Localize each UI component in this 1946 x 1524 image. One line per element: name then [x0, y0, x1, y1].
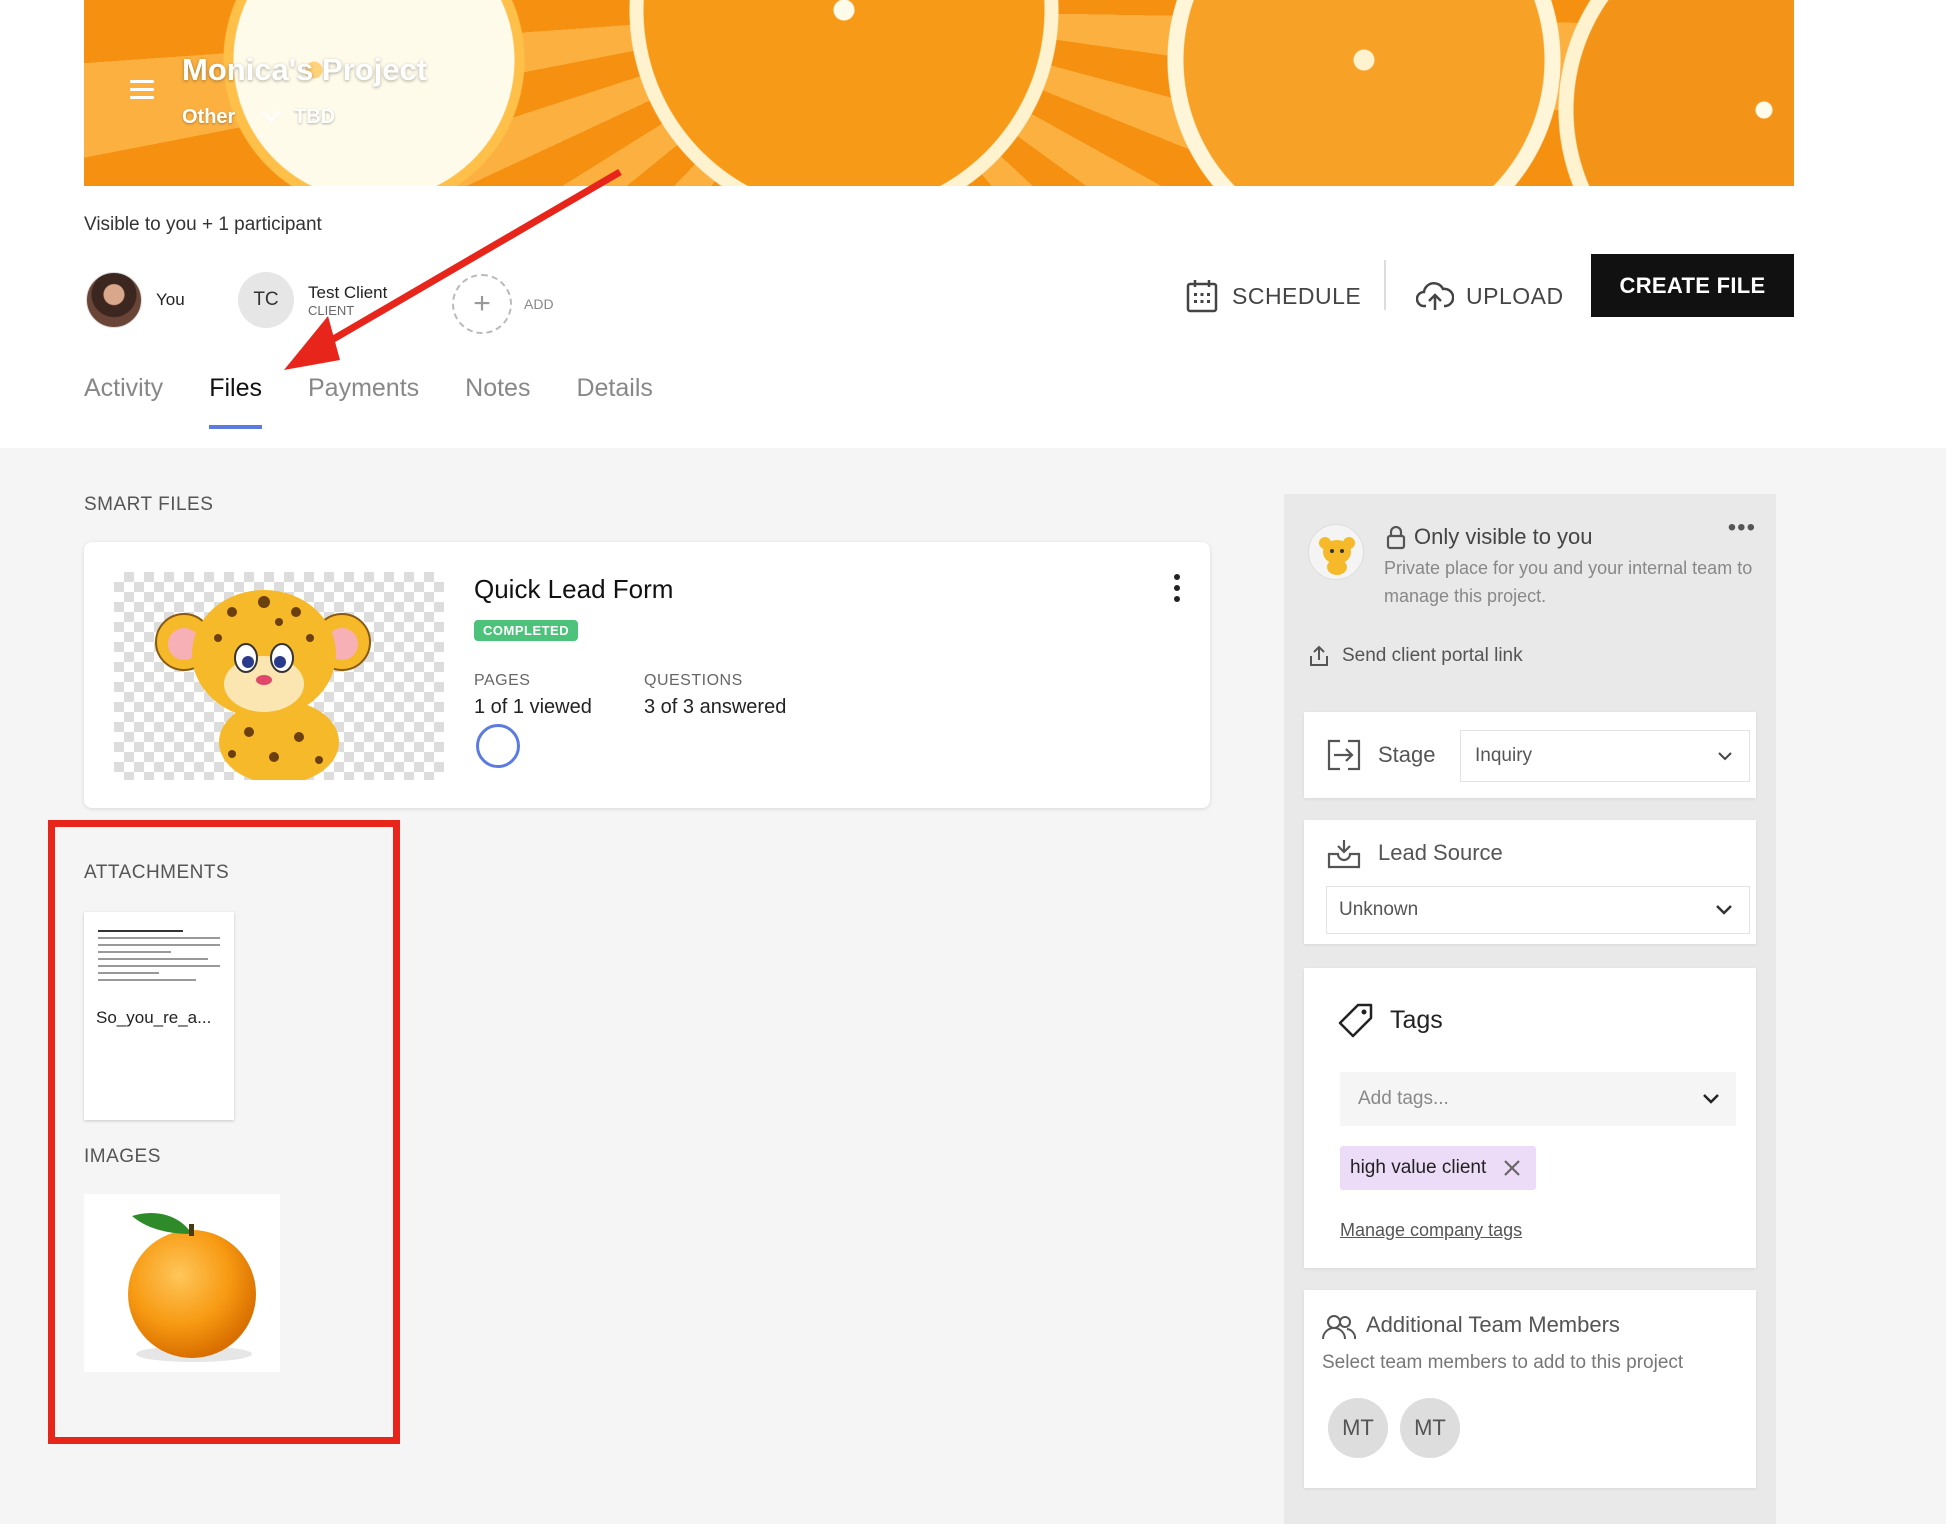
status-badge: COMPLETED [474, 620, 579, 641]
schedule-label: SCHEDULE [1232, 282, 1362, 309]
participant-you[interactable]: You [86, 272, 185, 328]
tab-files[interactable]: Files [209, 374, 262, 429]
project-sidebar: ••• Only visible to you Private place fo… [1284, 494, 1776, 1524]
progress-ring [476, 724, 520, 768]
tab-payments[interactable]: Payments [308, 374, 419, 429]
project-header-area: Monica's Project Other TBD Visible to yo… [0, 0, 1946, 448]
manage-tags-link[interactable]: Manage company tags [1340, 1220, 1522, 1241]
more-options-icon[interactable] [1174, 574, 1182, 607]
tag-icon [1338, 1003, 1373, 1038]
participant-name: You [156, 290, 185, 309]
schedule-button[interactable]: SCHEDULE [1186, 268, 1361, 324]
plus-icon[interactable]: + [452, 274, 512, 334]
stage-select[interactable]: Inquiry [1460, 730, 1750, 782]
smart-file-title[interactable]: Quick Lead Form [474, 574, 673, 605]
team-members-description: Select team members to add to this proje… [1322, 1352, 1684, 1373]
lead-source-select[interactable]: Unknown [1326, 886, 1750, 934]
stage-panel: Stage Inquiry [1304, 712, 1756, 798]
team-members-label: Additional Team Members [1366, 1312, 1620, 1337]
stage-label: Stage [1378, 742, 1436, 767]
participant-role: CLIENT [308, 302, 355, 318]
tab-notes[interactable]: Notes [465, 374, 530, 429]
team-icon [1322, 1315, 1356, 1340]
smart-file-thumbnail[interactable] [114, 572, 444, 780]
chevron-down-icon [1716, 905, 1732, 915]
questions-label: QUESTIONS [644, 672, 743, 689]
upload-label: UPLOAD [1466, 282, 1564, 309]
chevron-down-icon [1718, 752, 1732, 761]
lead-source-label: Lead Source [1378, 840, 1503, 865]
private-section-description: Private place for you and your internal … [1384, 558, 1753, 606]
project-cover-image: Monica's Project Other TBD [84, 0, 1794, 186]
visibility-text: Visible to you + 1 participant [84, 214, 322, 235]
tab-details[interactable]: Details [576, 374, 652, 429]
project-avatar [1308, 524, 1364, 580]
create-file-button[interactable]: CREATE FILE [1591, 254, 1794, 317]
questions-value: 3 of 3 answered [644, 696, 787, 718]
attachments-heading: ATTACHMENTS [84, 862, 230, 883]
cloud-upload-icon [1416, 282, 1454, 310]
divider [1384, 260, 1386, 310]
add-participant-label: ADD [524, 296, 554, 312]
private-section-title: Only visible to you [1414, 524, 1593, 549]
orange-image [128, 1213, 256, 1362]
tab-activity[interactable]: Activity [84, 374, 163, 429]
add-participant[interactable]: + ADD [452, 274, 554, 334]
calendar-icon [1186, 280, 1218, 313]
tag-chip-label: high value client [1350, 1157, 1487, 1178]
project-title: Monica's Project [182, 52, 428, 87]
inbox-icon [1327, 840, 1361, 869]
attachment-item[interactable]: So_you_re_a... [84, 912, 234, 1120]
avatar[interactable]: TC [238, 272, 294, 328]
project-date[interactable]: TBD [294, 106, 335, 129]
pages-label: PAGES [474, 672, 531, 689]
image-item[interactable] [84, 1194, 280, 1372]
stage-value: Inquiry [1475, 745, 1533, 766]
avatar[interactable] [86, 272, 142, 328]
project-tabs: Activity Files Payments Notes Details [84, 374, 699, 429]
participant-test-client[interactable]: TC Test Client CLIENT [238, 272, 387, 328]
lock-icon [1386, 526, 1406, 550]
menu-icon[interactable] [130, 80, 154, 99]
document-preview [98, 930, 220, 986]
attachment-name: So_you_re_a... [96, 1008, 212, 1027]
tags-label: Tags [1390, 1006, 1443, 1034]
smart-file-card[interactable]: Quick Lead Form COMPLETED PAGES 1 of 1 v… [84, 542, 1210, 808]
chevron-down-icon[interactable] [260, 108, 282, 124]
chevron-down-icon [1703, 1094, 1719, 1104]
team-member-avatar[interactable]: MT [1400, 1398, 1460, 1458]
stage-icon [1327, 739, 1361, 771]
lead-source-value: Unknown [1339, 899, 1419, 920]
pages-value: 1 of 1 viewed [474, 696, 592, 718]
leopard-cub-illustration [155, 590, 371, 780]
images-heading: IMAGES [84, 1146, 161, 1167]
team-members-panel: Additional Team Members Select team memb… [1304, 1290, 1756, 1488]
cub-icon [1319, 537, 1355, 575]
tag-chip: high value client [1340, 1146, 1537, 1190]
participant-name: Test Client [308, 282, 388, 302]
add-tags-select[interactable]: Add tags... [1340, 1072, 1736, 1126]
more-options-icon[interactable]: ••• [1728, 514, 1756, 542]
close-icon[interactable] [1502, 1158, 1522, 1178]
tags-panel: Tags Add tags... high value client Manag… [1304, 968, 1756, 1268]
team-member-avatar[interactable]: MT [1328, 1398, 1388, 1458]
project-type-dropdown[interactable]: Other [182, 106, 235, 129]
share-icon [1310, 645, 1328, 666]
send-portal-link[interactable]: Send client portal link [1308, 644, 1523, 668]
smart-files-heading: SMART FILES [84, 494, 214, 515]
lead-source-panel: Lead Source Unknown [1304, 820, 1756, 944]
add-tags-placeholder: Add tags... [1358, 1088, 1449, 1109]
upload-button[interactable]: UPLOAD [1416, 268, 1564, 324]
send-portal-link-label: Send client portal link [1342, 645, 1523, 666]
